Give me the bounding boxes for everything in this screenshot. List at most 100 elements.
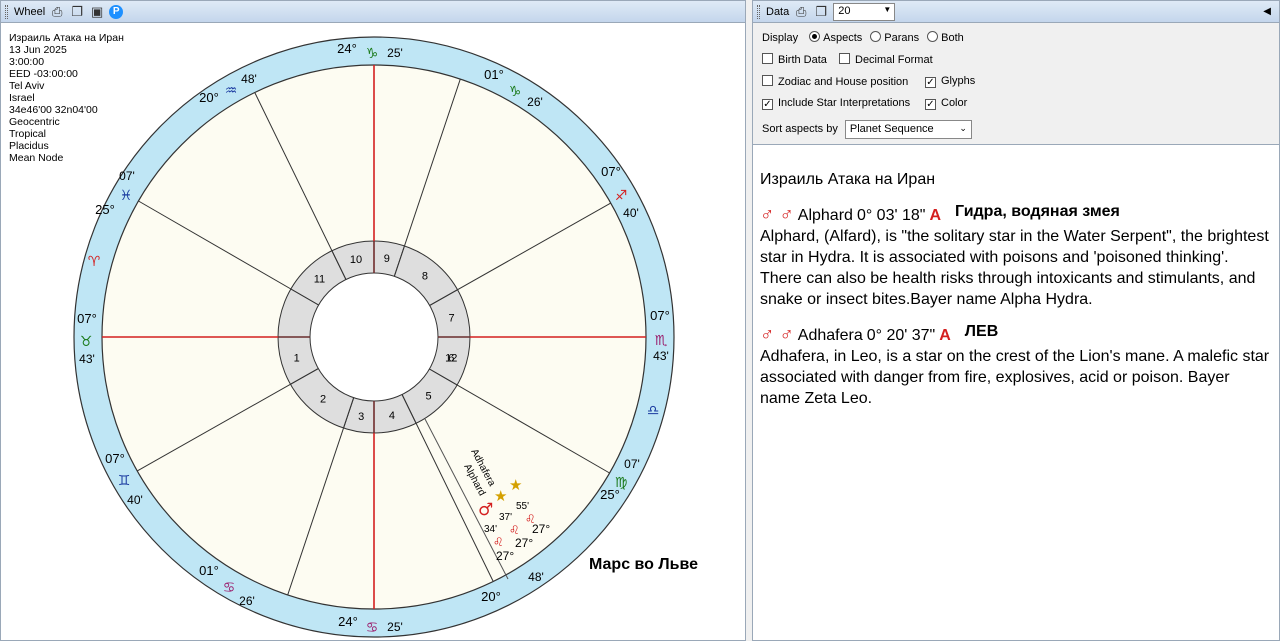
star-header: ♂ ♂ Adhafera 0° 20' 37" A ЛЕВ xyxy=(760,323,1271,346)
cusp-minutes: 43' xyxy=(79,352,95,366)
data-title: Data xyxy=(766,5,790,18)
wheel-titlebar: Wheel ⎙ ❐ ▣ P xyxy=(1,1,745,23)
cusp-degree: 07° xyxy=(650,308,670,323)
cusp-sign-glyph: ♓ xyxy=(120,188,133,204)
star-name: Alphard xyxy=(797,207,853,224)
inner-circle xyxy=(309,272,439,402)
checkbox-zodiac-and-house-position[interactable]: Zodiac and House position xyxy=(762,75,908,88)
star-glyph-icon: ★ xyxy=(509,476,522,494)
cusp-degree: 20° xyxy=(199,90,219,105)
cusp-sign-glyph: ♋ xyxy=(366,620,379,636)
checkbox-box[interactable] xyxy=(839,53,850,64)
cusp-minutes: 25' xyxy=(387,620,403,634)
radio-icon[interactable] xyxy=(809,31,821,42)
chart-wheel[interactable]: 123 45678910111207°♉43'07°♊40'01°♋26'24° ♋… xyxy=(1,23,745,641)
drag-grip[interactable] xyxy=(5,4,8,19)
wheel-pane: Wheel ⎙ ❐ ▣ P Израиль Атака на Иран 13 Ju… xyxy=(0,0,746,641)
interpretation-content: Израиль Атака на Иран ♂ ♂ Alphard 0° 03' … xyxy=(753,145,1279,409)
star-minutes: 37' xyxy=(499,512,512,523)
copy-icon[interactable]: ❐ xyxy=(69,4,85,20)
checkbox-box[interactable]: ✓ xyxy=(925,99,936,110)
sort-value: Planet Sequence xyxy=(849,123,934,135)
radio-label: Both xyxy=(941,32,964,44)
cusp-sign-glyph: ♊ xyxy=(118,473,131,489)
sign-glyph: ♎ xyxy=(647,403,660,419)
cusp-degree: 07° xyxy=(105,451,125,466)
display-option-both[interactable]: Both xyxy=(923,31,964,44)
star-position: 0° 03' 18" xyxy=(856,207,926,224)
mars-glyphs: ♂ ♂ xyxy=(760,324,794,345)
cusp-minutes: 26' xyxy=(527,95,543,109)
cusp-minutes: 40' xyxy=(623,206,639,220)
drag-grip[interactable] xyxy=(757,4,760,19)
checkbox-box[interactable]: ✓ xyxy=(762,99,773,110)
mars-glyphs: ♂ ♂ xyxy=(760,204,794,225)
checkbox-box[interactable] xyxy=(762,53,773,64)
leo-glyph-icon: ♌ xyxy=(509,523,520,537)
print-icon[interactable]: ⎙ xyxy=(49,4,65,20)
save-icon[interactable]: ▣ xyxy=(89,4,105,20)
mars-minutes: 34' xyxy=(484,524,497,535)
house-number: 5 xyxy=(425,391,431,403)
star-note: ЛЕВ xyxy=(964,323,999,340)
chart-heading: Израиль Атака на Иран xyxy=(760,171,936,188)
print-icon[interactable]: ⎙ xyxy=(793,4,809,20)
checkbox-label: Include Star Interpretations xyxy=(778,97,911,109)
data-titlebar: Data ⎙ ❐ 20 ▼ ◀ xyxy=(753,1,1279,23)
mars-glyph-icon: ♂ xyxy=(478,500,493,520)
display-controls: Display Aspects Parans Both Birth Data Deci… xyxy=(753,23,1279,145)
house-number: 7 xyxy=(449,313,455,325)
radio-icon[interactable] xyxy=(870,31,882,42)
checkbox-color[interactable]: ✓ Color xyxy=(925,97,967,110)
display-option-parans[interactable]: Parans xyxy=(866,31,920,44)
star-header: ♂ ♂ Alphard 0° 03' 18" A Гидра, водяная зме… xyxy=(760,203,1271,226)
sort-select[interactable]: Planet Sequence ⌄ xyxy=(844,120,972,139)
cusp-degree: 07° xyxy=(601,164,621,179)
star-glyph-icon: ★ xyxy=(494,487,507,505)
house-number: 11 xyxy=(314,273,325,285)
checkbox-birth-data[interactable]: Birth Data xyxy=(762,53,827,66)
copy-icon[interactable]: ❐ xyxy=(813,4,829,20)
cusp-sign-glyph: ♉ xyxy=(80,334,93,350)
cusp-sign-glyph: ♐ xyxy=(615,188,628,204)
checkbox-label: Color xyxy=(941,97,968,109)
cusp-degree: 07° xyxy=(77,311,97,326)
aspect-type: A xyxy=(939,327,951,344)
cusp-sign-glyph: ♑ xyxy=(366,46,379,62)
wheel-title: Wheel xyxy=(14,5,46,18)
sign-glyph: ♈ xyxy=(88,254,101,270)
data-pane: Data ⎙ ❐ 20 ▼ ◀ Display Aspects Parans Both… xyxy=(752,0,1280,641)
checkbox-glyphs[interactable]: ✓ Glyphs xyxy=(925,75,975,88)
radio-icon[interactable] xyxy=(927,31,939,42)
help-icon[interactable]: P xyxy=(109,4,124,19)
cusp-minutes: 40' xyxy=(127,493,143,507)
star-note: Гидра, водяная змея xyxy=(955,203,1120,220)
checkbox-decimal-format[interactable]: Decimal Format xyxy=(839,53,933,66)
display-row: Display Aspects Parans Both xyxy=(762,31,964,44)
checkbox-box[interactable] xyxy=(762,75,773,86)
star-minutes: 55' xyxy=(516,501,529,512)
cusp-minutes: 07' xyxy=(624,457,640,471)
cusp-minutes: 26' xyxy=(239,594,255,608)
radio-label: Aspects xyxy=(823,32,863,44)
radio-label: Parans xyxy=(884,32,920,44)
star-position: 0° 20' 37" xyxy=(866,327,936,344)
house-number: 12 xyxy=(445,353,457,365)
collapse-arrow-icon[interactable]: ◀ xyxy=(1263,6,1271,17)
star-interpretation: Alphard, (Alfard), is "the solitary star… xyxy=(760,228,1269,308)
cusp-degree: 01° xyxy=(199,563,219,578)
checkbox-box[interactable]: ✓ xyxy=(925,77,936,88)
house-number: 2 xyxy=(320,394,326,406)
cusp-minutes: 07' xyxy=(119,169,135,183)
cusp-sign-glyph: ♑ xyxy=(509,84,522,100)
mars-degree: 27° xyxy=(496,549,514,563)
checkbox-include-star-interpretations[interactable]: ✓ Include Star Interpretations xyxy=(762,97,910,110)
count-select[interactable]: 20 ▼ xyxy=(833,2,896,21)
display-option-aspects[interactable]: Aspects xyxy=(805,31,863,44)
star-entry: ♂ ♂ Adhafera 0° 20' 37" A ЛЕВ Adhafera, in L… xyxy=(760,323,1271,409)
display-label: Display xyxy=(762,32,799,44)
cusp-sign-glyph: ♍ xyxy=(615,475,628,491)
chevron-down-icon: ⌄ xyxy=(959,123,967,133)
checkbox-label: Glyphs xyxy=(941,75,976,87)
mars-caption: Марс во Льве xyxy=(589,556,698,573)
